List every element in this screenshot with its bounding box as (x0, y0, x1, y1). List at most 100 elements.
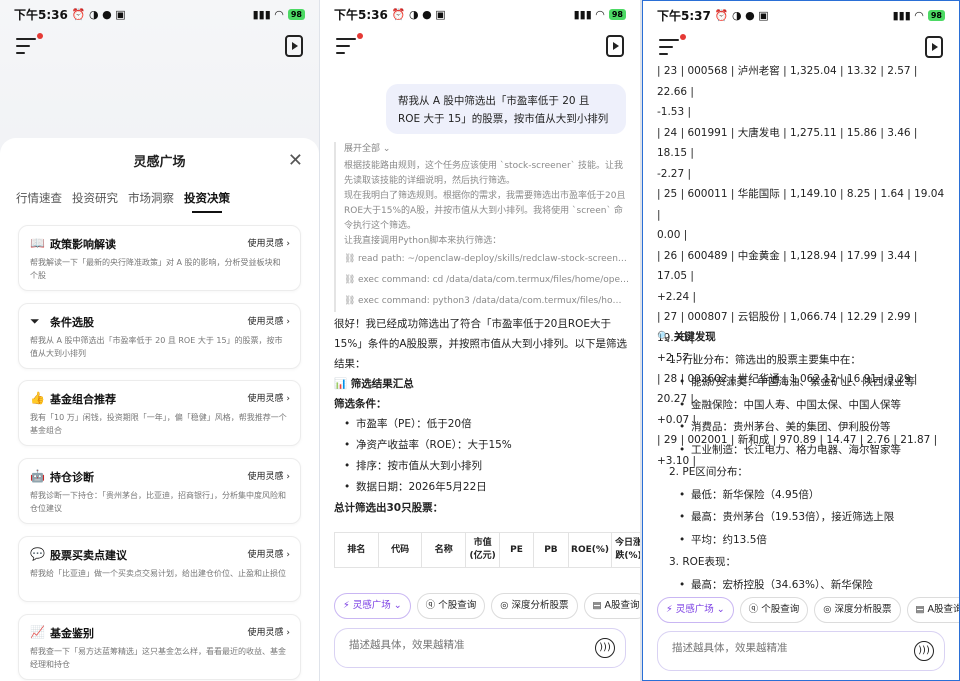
list-item: 最低：新华保险（4.95倍） (657, 484, 949, 507)
chip-a-share-query[interactable]: ▤ A股查询 (583, 593, 640, 619)
status-bar: 下午5:36 ⏰ ◑ ● ▣ ▮▮▮ ◠ 98 (320, 0, 640, 28)
card-desc: 帮我查一下「易方达蓝筹精选」这只基金怎么样，看看最近的收益、基金经理和持仓 (30, 647, 286, 669)
use-inspiration-button[interactable]: 使用灵感 › (248, 391, 290, 404)
status-bar: 下午5:37 ⏰ ◑ ● ▣ ▮▮▮ ◠ 98 (643, 1, 959, 29)
play-icon[interactable] (606, 35, 624, 57)
tab-market-insight[interactable]: 市场洞察 (128, 190, 174, 206)
conditions-list: 市盈率（PE）：低于20倍 净资产收益率（ROE）：大于15% 排序：按市值从大… (334, 414, 630, 498)
assistant-answer: 很好！我已经成功筛选出了符合「市盈率低于20且ROE大于15%」条件的A股股票，… (334, 314, 630, 518)
message-input-box: ))) (657, 631, 945, 671)
chip-deep-analysis[interactable]: ◎ 深度分析股票 (491, 593, 578, 619)
menu-icon[interactable] (16, 33, 43, 56)
conditions-heading: 筛选条件： (334, 398, 387, 410)
summary-heading: 📊 筛选结果汇总 (334, 378, 414, 390)
status-right: ▮▮▮ ◠ 98 (253, 8, 305, 21)
card-desc: 帮我给「比亚迪」做一个买卖点交易计划，给出建仓价位、止盈和止损位 (30, 569, 286, 578)
card-desc: 我有「10 万」闲钱，投资期限「一年」，偏「稳健」风格，帮我推荐一个基金组合 (30, 413, 287, 435)
inspiration-sheet: 灵感广场 ✕ 行情速查 投资研究 市场洞察 投资决策 📖 政策影响解读 使用灵感… (0, 138, 319, 681)
chip-a-share-query[interactable]: ▤ A股查询 (906, 597, 959, 623)
play-icon[interactable] (925, 36, 943, 58)
finding-item: 3. ROE表现： (669, 556, 737, 568)
menu-icon[interactable] (659, 34, 686, 57)
link-icon: ⛓ (344, 254, 356, 264)
robot-icon: 🤖 (30, 469, 45, 483)
status-time: 下午5:36 (334, 7, 388, 22)
chat-icon: 💬 (30, 547, 45, 561)
card-desc: 帮我从 A 股中筛选出「市盈率低于 20 且 ROE 大于 15」的股票，按市值… (30, 336, 283, 358)
table-header: PB (532, 532, 570, 568)
screen-chat-screening: 下午5:36 ⏰ ◑ ● ▣ ▮▮▮ ◠ 98 帮我从 A 股中筛选出「市盈率低… (320, 0, 640, 681)
use-inspiration-button[interactable]: 使用灵感 › (248, 314, 290, 327)
notification-dot (357, 33, 363, 39)
table-header: 代码 (377, 532, 423, 568)
list-item: 金融保险：中国人寿、中国太保、中国人保等 (657, 394, 949, 417)
table-header: 排名 (334, 532, 379, 568)
card-desc: 帮我解读一下「最新的央行降准政策」对 A 股的影响，分析受益板块和个股 (30, 258, 281, 280)
table-row: | 23 | 000568 | 泸州老窖 | 1,325.04 | 13.32 … (657, 65, 918, 98)
tool-call-read[interactable]: ⛓ read path: ~/openclaw-deploy/skills/red… (344, 249, 630, 270)
status-right: ▮▮▮ ◠ 98 (574, 8, 626, 21)
chip-inspiration-square[interactable]: ⚡ 灵感广场 ⌄ (657, 597, 734, 623)
card-stock-screening[interactable]: ⏷ 条件选股 使用灵感 › 帮我从 A 股中筛选出「市盈率低于 20 且 ROE… (18, 303, 301, 369)
use-inspiration-button[interactable]: 使用灵感 › (248, 236, 290, 249)
findings-heading: 🔍 关键发现 (657, 331, 716, 343)
card-fund-portfolio[interactable]: 👍 基金组合推荐 使用灵感 › 我有「10 万」闲钱，投资期限「一年」，偏「稳健… (18, 380, 301, 446)
results-table: 排名 代码 名称 市值(亿元) PE PB ROE(%) 今日涨跌(%) (334, 532, 640, 568)
tab-market-quick[interactable]: 行情速查 (16, 190, 62, 206)
play-icon[interactable] (285, 35, 303, 57)
top-bar (320, 32, 640, 62)
voice-icon[interactable]: ))) (595, 638, 615, 658)
chip-deep-analysis[interactable]: ◎ 深度分析股票 (814, 597, 901, 623)
status-icons: ⏰ ◑ ● ▣ (391, 7, 446, 21)
card-title: 政策影响解读 (50, 238, 116, 251)
card-trade-points[interactable]: 💬 股票买卖点建议 使用灵感 › 帮我给「比亚迪」做一个买卖点交易计划，给出建仓… (18, 536, 301, 602)
tab-investment-research[interactable]: 投资研究 (72, 190, 118, 206)
chip-stock-query[interactable]: ⓠ 个股查询 (416, 593, 486, 619)
use-inspiration-button[interactable]: 使用灵感 › (248, 469, 290, 482)
tab-investment-decision[interactable]: 投资决策 (184, 190, 230, 213)
list-item: 净资产收益率（ROE）：大于15% (344, 435, 630, 456)
table-row: 0.00 | (657, 229, 688, 241)
list-item: 数据日期：2026年5月22日 (344, 477, 630, 498)
use-inspiration-button[interactable]: 使用灵感 › (248, 547, 290, 560)
message-input[interactable] (672, 642, 892, 654)
link-icon: ⛓ (344, 275, 356, 285)
table-header: 今日涨跌(%) (611, 532, 640, 568)
table-header: 市值(亿元) (465, 532, 501, 568)
menu-icon[interactable] (336, 33, 363, 56)
table-row: -2.27 | (657, 167, 692, 180)
list-item: 能源/资源类：中国海油、紫金矿业、陕西煤业等 (657, 371, 949, 394)
finding-item: 1. 行业分布：筛选出的股票主要集中在： (669, 353, 861, 366)
card-title: 股票买卖点建议 (50, 549, 127, 562)
card-fund-evaluation[interactable]: 📈 基金鉴别 使用灵感 › 帮我查一下「易方达蓝筹精选」这只基金怎么样，看看最近… (18, 614, 301, 680)
list-item: 最高：宏桥控股（34.63%）、新华保险 (657, 574, 949, 597)
close-icon[interactable]: ✕ (288, 150, 303, 171)
expand-all-toggle[interactable]: 展开全部 ⌄ (344, 142, 630, 157)
use-inspiration-button[interactable]: 使用灵感 › (248, 625, 290, 638)
tool-call-exec[interactable]: ⛓ exec command: python3 /data/data/com.te… (344, 291, 630, 312)
notification-dot (37, 33, 43, 39)
table-row: | 25 | 600011 | 华能国际 | 1,149.10 | 8.25 |… (657, 188, 945, 221)
card-title: 基金组合推荐 (50, 393, 116, 406)
answer-intro: 很好！我已经成功筛选出了符合「市盈率低于20且ROE大于15%」条件的A股股票，… (334, 318, 628, 370)
battery-icon: 98 (927, 9, 945, 21)
battery-icon: 98 (287, 8, 305, 20)
card-title: 基金鉴别 (50, 627, 94, 640)
thinking-text: 让我直接调用Python脚本来执行筛选： (344, 236, 502, 246)
voice-icon[interactable]: ))) (914, 641, 934, 661)
sheet-title: 灵感广场 (133, 155, 186, 170)
card-holding-diagnosis[interactable]: 🤖 持仓诊断 使用灵感 › 帮我诊断一下持仓：「贵州茅台，比亚迪，招商银行」，分… (18, 458, 301, 524)
card-title: 持仓诊断 (50, 471, 94, 484)
thumb-up-icon: 👍 (30, 391, 45, 405)
chip-stock-query[interactable]: ⓠ 个股查询 (739, 597, 809, 623)
message-input-box: ))) (334, 628, 626, 668)
thinking-text: 根据技能路由规则，这个任务应该使用 `stock-screener` 技能。让我… (344, 161, 624, 186)
card-policy-impact[interactable]: 📖 政策影响解读 使用灵感 › 帮我解读一下「最新的央行降准政策」对 A 股的影… (18, 225, 301, 291)
top-bar (0, 32, 319, 62)
table-header: PE (499, 532, 534, 568)
chip-inspiration-square[interactable]: ⚡ 灵感广场 ⌄ (334, 593, 411, 619)
tool-call-exec[interactable]: ⛓ exec command: cd /data/data/com.termux/… (344, 270, 630, 291)
message-input[interactable] (349, 639, 569, 651)
thinking-block: 展开全部 ⌄ 根据技能路由规则，这个任务应该使用 `stock-screener… (334, 142, 630, 312)
key-findings: 🔍 关键发现 1. 行业分布：筛选出的股票主要集中在： 能源/资源类：中国海油、… (657, 326, 949, 596)
